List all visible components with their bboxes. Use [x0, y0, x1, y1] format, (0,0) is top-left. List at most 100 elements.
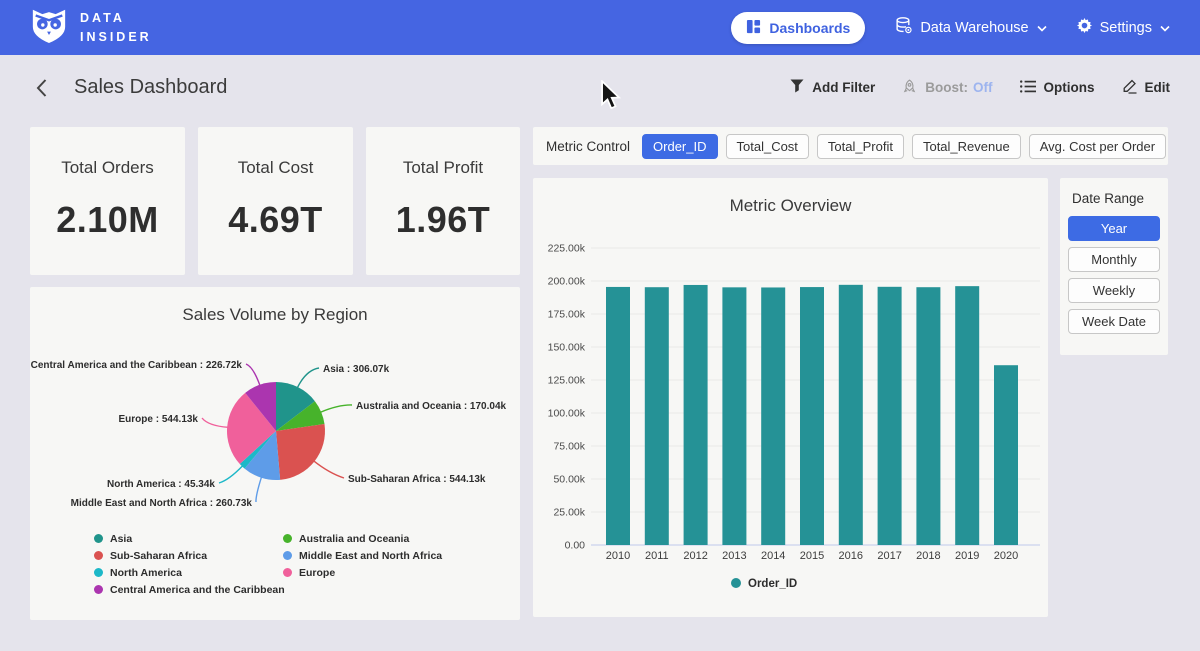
settings-label: Settings — [1100, 20, 1152, 36]
boost-state: Off — [973, 80, 993, 95]
database-icon — [895, 17, 912, 38]
kpi-card-total-profit: Total Profit 1.96T — [366, 127, 520, 275]
legend-dot — [94, 585, 103, 594]
svg-text:2016: 2016 — [839, 550, 863, 562]
svg-text:Middle East and North Africa :: Middle East and North Africa : 260.73k — [71, 498, 253, 509]
svg-text:100.00k: 100.00k — [548, 408, 586, 420]
svg-text:50.00k: 50.00k — [553, 474, 585, 486]
legend-label: North America — [110, 567, 182, 579]
data-warehouse-menu[interactable]: Data Warehouse — [895, 17, 1046, 38]
kpi-value: 4.69T — [228, 199, 323, 241]
kpi-label: Total Cost — [238, 158, 314, 178]
svg-text:2012: 2012 — [683, 550, 707, 562]
dashboards-nav-button[interactable]: Dashboards — [731, 12, 865, 44]
kpi-card-total-orders: Total Orders 2.10M — [30, 127, 185, 275]
pencil-icon — [1122, 79, 1137, 97]
pie-legend-column-1: AsiaSub-Saharan AfricaNorth AmericaCentr… — [94, 530, 285, 598]
kpi-label: Total Orders — [61, 158, 154, 178]
metric-overview-card: 0.0025.00k50.00k75.00k100.00k125.00k150.… — [533, 178, 1048, 617]
back-button[interactable] — [30, 77, 52, 99]
kpi-card-total-cost: Total Cost 4.69T — [198, 127, 353, 275]
legend-item: North America — [94, 564, 285, 581]
svg-text:Sub-Saharan Africa : 544.13k: Sub-Saharan Africa : 544.13k — [348, 474, 486, 485]
options-button[interactable]: Options — [1020, 80, 1095, 96]
dashboard-header: Sales Dashboard Add Filter Boost: Off — [0, 55, 1200, 120]
add-filter-button[interactable]: Add Filter — [790, 79, 875, 96]
svg-text:Order_ID: Order_ID — [748, 578, 797, 590]
kpi-label: Total Profit — [403, 158, 483, 178]
legend-item: Asia — [94, 530, 285, 547]
pie-chart-title: Sales Volume by Region — [30, 287, 520, 325]
legend-dot — [94, 551, 103, 560]
legend-dot — [94, 568, 103, 577]
svg-text:Central America and the Caribb: Central America and the Caribbean : 226.… — [31, 360, 243, 371]
filter-icon — [790, 79, 804, 96]
edit-button[interactable]: Edit — [1122, 79, 1171, 97]
svg-text:2014: 2014 — [761, 550, 785, 562]
svg-text:2015: 2015 — [800, 550, 824, 562]
bar-chart: 0.0025.00k50.00k75.00k100.00k125.00k150.… — [533, 178, 1048, 617]
svg-text:25.00k: 25.00k — [553, 507, 585, 519]
bar-chart-title: Metric Overview — [533, 178, 1048, 216]
page-title: Sales Dashboard — [74, 76, 227, 99]
rocket-icon — [902, 79, 917, 97]
sales-volume-card: Asia : 306.07k Australia and Oceania : 17… — [30, 287, 520, 620]
metric-control-buttons: Order_ID Total_Cost Total_Profit Total_Reve… — [642, 134, 1166, 159]
legend-item: Europe — [283, 564, 442, 581]
date-range-option-week-date[interactable]: Week Date — [1068, 309, 1160, 334]
metric-option-avg-cost-per-order[interactable]: Avg. Cost per Order — [1029, 134, 1166, 159]
pie-legend-column-2: Australia and OceaniaMiddle East and Nor… — [283, 530, 442, 581]
legend-label: Central America and the Caribbean — [110, 584, 285, 596]
metric-control-bar: Metric Control Order_ID Total_Cost Total_P… — [533, 127, 1168, 165]
chevron-down-icon — [1160, 20, 1170, 36]
brand-name: DATA INSIDER — [80, 9, 152, 45]
svg-text:2010: 2010 — [606, 550, 630, 562]
metric-option-total-profit[interactable]: Total_Profit — [817, 134, 904, 159]
owl-logo-icon — [30, 6, 68, 49]
svg-text:Europe : 544.13k: Europe : 544.13k — [119, 414, 199, 425]
date-range-label: Date Range — [1072, 191, 1160, 206]
svg-text:125.00k: 125.00k — [548, 375, 586, 387]
top-navbar: DATA INSIDER Dashboards — [0, 0, 1200, 55]
legend-dot — [283, 568, 292, 577]
brand-logo[interactable]: DATA INSIDER — [30, 6, 152, 49]
data-warehouse-label: Data Warehouse — [920, 20, 1028, 36]
svg-text:2018: 2018 — [916, 550, 940, 562]
legend-item: Central America and the Caribbean — [94, 581, 285, 598]
date-range-panel: Date Range Year Monthly Weekly Week Date — [1060, 178, 1168, 355]
legend-item: Middle East and North Africa — [283, 547, 442, 564]
dashboards-label: Dashboards — [769, 20, 850, 36]
legend-label: Asia — [110, 533, 132, 545]
date-range-buttons: Year Monthly Weekly Week Date — [1068, 216, 1160, 334]
svg-text:200.00k: 200.00k — [548, 276, 586, 288]
settings-menu[interactable]: Settings — [1077, 18, 1170, 37]
list-options-icon — [1020, 80, 1036, 96]
dashboards-grid-icon — [746, 19, 761, 37]
kpi-value: 1.96T — [396, 199, 491, 241]
svg-text:Asia : 306.07k: Asia : 306.07k — [323, 364, 390, 375]
top-nav-actions: Dashboards Data Warehouse — [731, 12, 1170, 44]
svg-text:2013: 2013 — [722, 550, 746, 562]
legend-dot — [94, 534, 103, 543]
metric-option-total-revenue[interactable]: Total_Revenue — [912, 134, 1021, 159]
svg-text:75.00k: 75.00k — [553, 441, 585, 453]
svg-text:2017: 2017 — [877, 550, 901, 562]
svg-text:North America : 45.34k: North America : 45.34k — [107, 479, 215, 490]
date-range-option-monthly[interactable]: Monthly — [1068, 247, 1160, 272]
date-range-option-weekly[interactable]: Weekly — [1068, 278, 1160, 303]
legend-dot — [283, 534, 292, 543]
date-range-option-year[interactable]: Year — [1068, 216, 1160, 241]
sales-dashboard-app: DATA INSIDER Dashboards — [0, 0, 1200, 651]
metric-option-order-id[interactable]: Order_ID — [642, 134, 717, 159]
legend-item: Australia and Oceania — [283, 530, 442, 547]
boost-toggle[interactable]: Boost: Off — [902, 79, 992, 97]
svg-text:225.00k: 225.00k — [548, 243, 586, 255]
svg-text:2020: 2020 — [994, 550, 1018, 562]
metric-control-label: Metric Control — [546, 139, 630, 154]
header-actions: Add Filter Boost: Off — [790, 79, 1170, 97]
svg-text:2019: 2019 — [955, 550, 979, 562]
svg-text:0.00: 0.00 — [565, 540, 586, 552]
svg-text:Australia and Oceania : 170.04: Australia and Oceania : 170.04k — [356, 401, 507, 412]
metric-option-total-cost[interactable]: Total_Cost — [726, 134, 809, 159]
gear-icon — [1077, 18, 1092, 37]
